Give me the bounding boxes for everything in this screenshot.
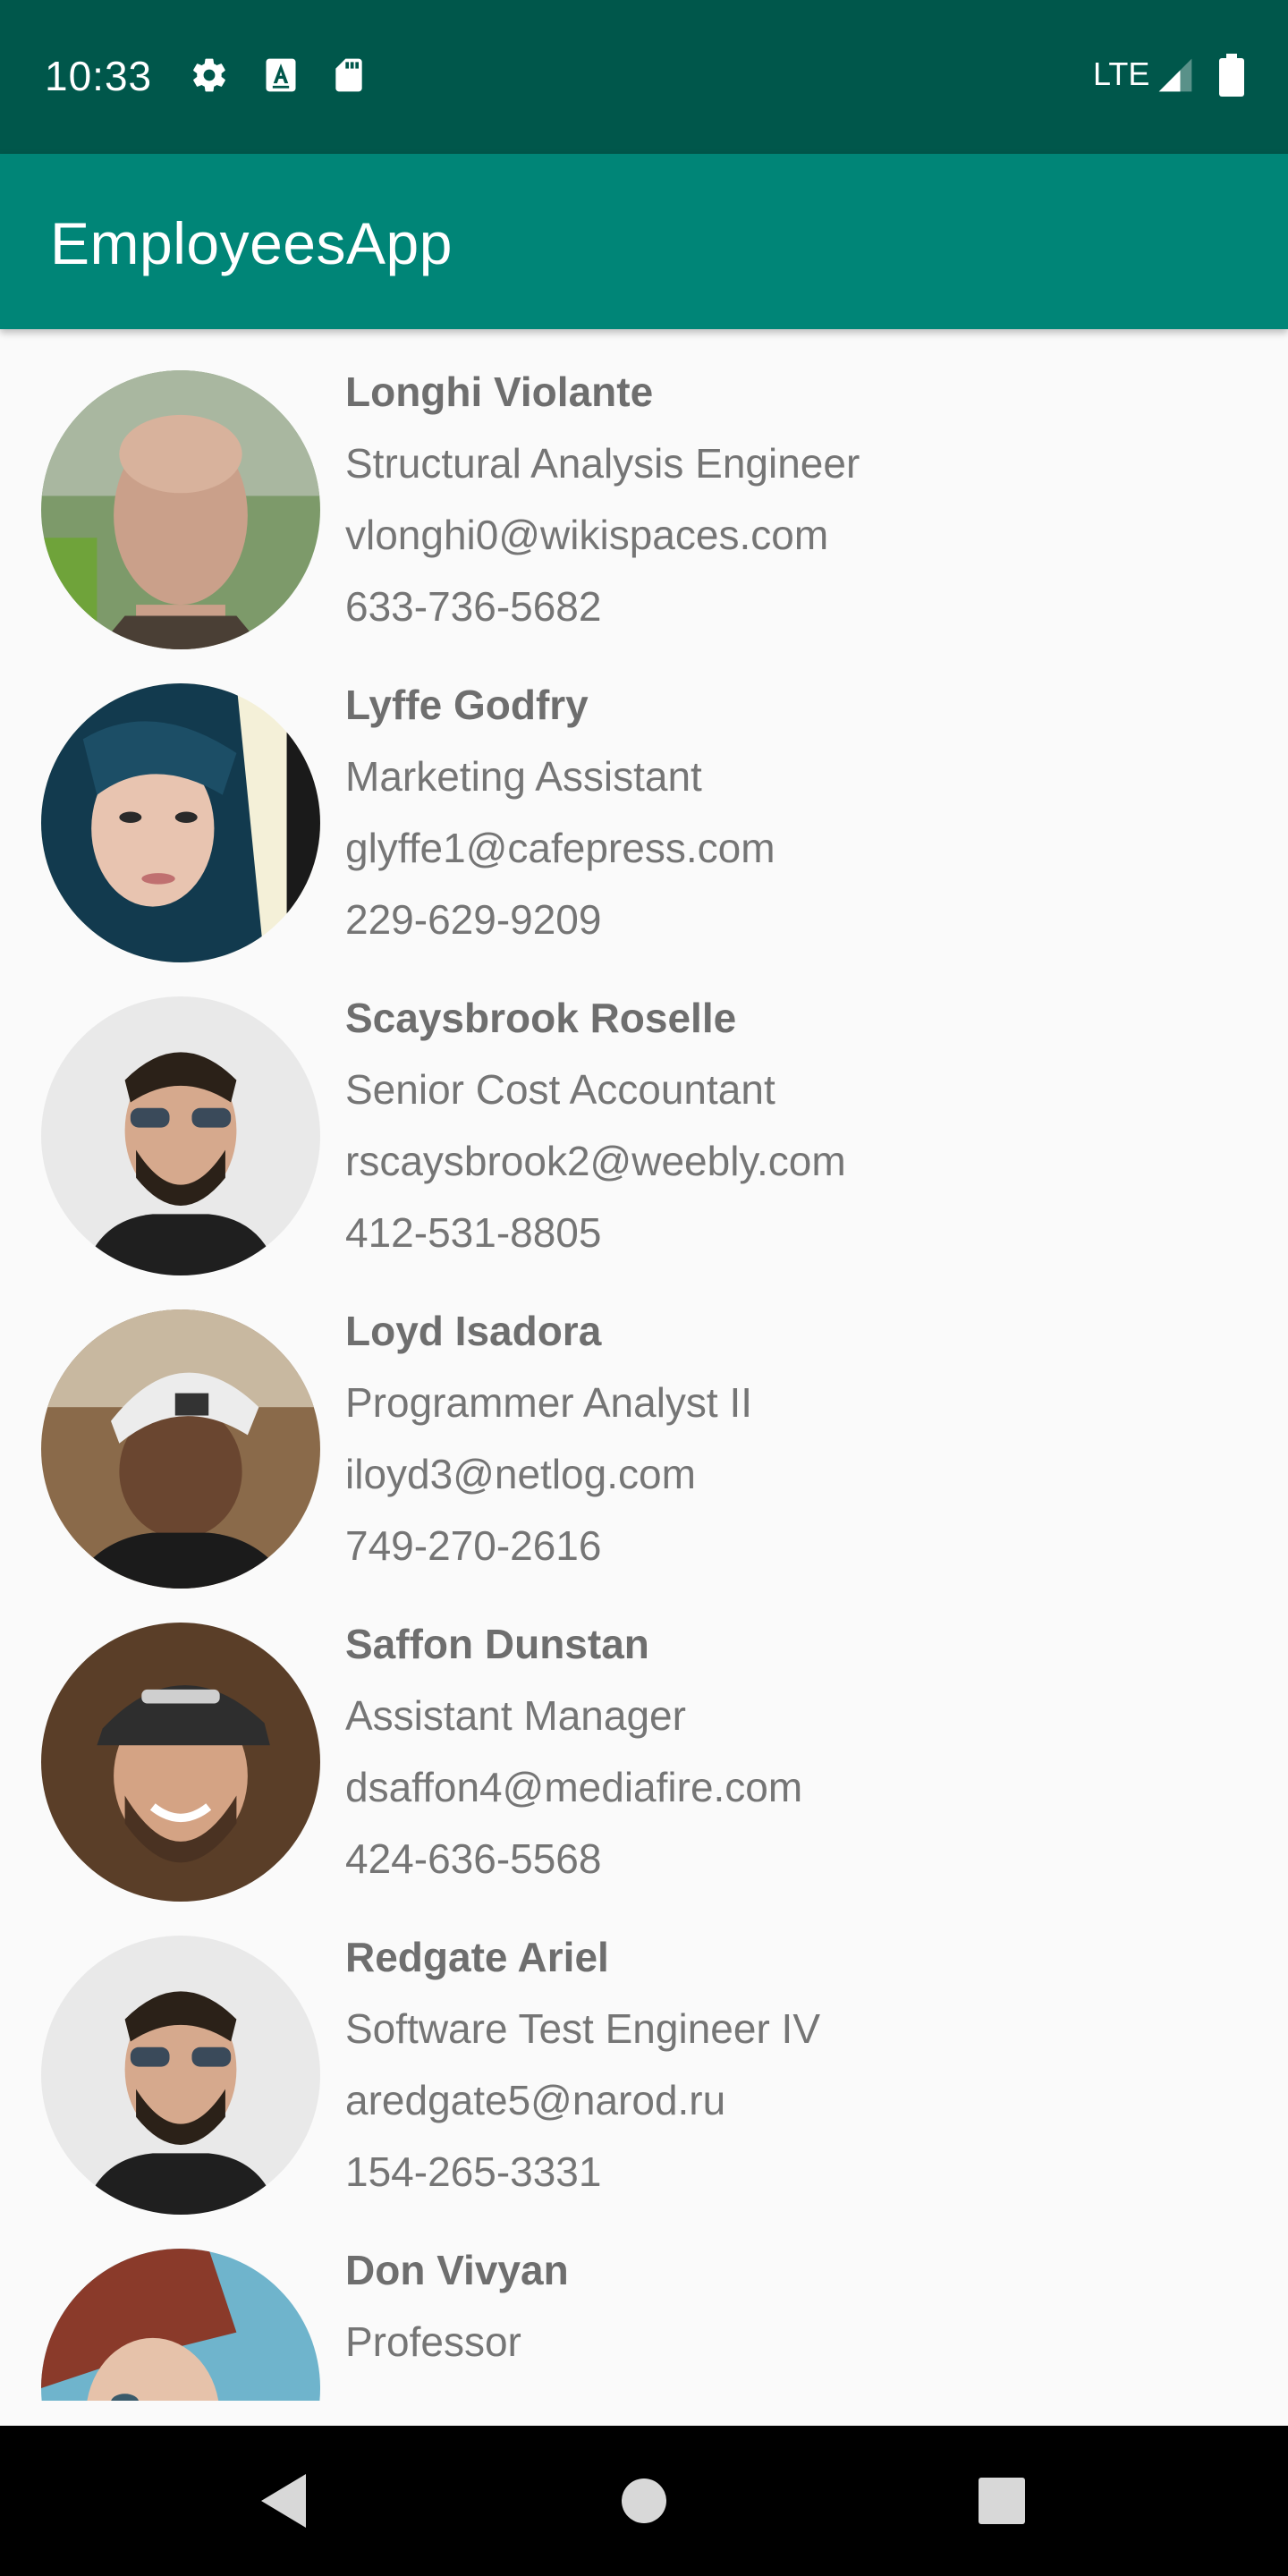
employee-list[interactable]: Longhi Violante Structural Analysis Engi…: [0, 329, 1288, 2401]
employee-title: Assistant Manager: [345, 1692, 686, 1739]
employee-row[interactable]: Redgate Ariel Software Test Engineer IV …: [0, 1894, 1288, 2215]
recent-apps-icon[interactable]: [939, 2426, 1064, 2576]
settings-icon: [193, 58, 225, 92]
employee-row[interactable]: Lyffe Godfry Marketing Assistant glyffe1…: [0, 642, 1288, 962]
employee-name: Longhi Violante: [345, 369, 654, 415]
employee-title: Professor: [345, 2318, 521, 2365]
employee-avatar: [41, 1623, 320, 1902]
employee-row[interactable]: Don Vivyan Professor: [0, 2207, 1288, 2401]
home-icon[interactable]: [581, 2426, 707, 2576]
employee-email: aredgate5@narod.ru: [345, 2077, 726, 2123]
font-a-icon: [266, 58, 296, 92]
employee-avatar: [41, 996, 320, 1275]
app-title: EmployeesApp: [50, 210, 453, 276]
navigation-bar: [0, 2426, 1288, 2576]
signal-icon: [1158, 58, 1192, 92]
employee-title: Marketing Assistant: [345, 753, 702, 800]
employee-avatar: [41, 370, 320, 649]
employee-title: Structural Analysis Engineer: [345, 440, 860, 487]
back-icon[interactable]: [224, 2426, 349, 2576]
status-bar: 10:33 LTE: [0, 0, 1288, 154]
employee-email: [345, 2390, 569, 2401]
employee-row[interactable]: Scaysbrook Roselle Senior Cost Accountan…: [0, 955, 1288, 1275]
employee-title: Software Test Engineer IV: [345, 2005, 820, 2052]
employee-avatar: [41, 1309, 320, 1589]
employee-name: Lyffe Godfry: [345, 682, 589, 728]
sd-card-icon: [335, 58, 362, 92]
employee-name: Redgate Ariel: [345, 1934, 609, 1980]
employee-name: Don Vivyan: [345, 2247, 569, 2293]
employee-row[interactable]: Loyd Isadora Programmer Analyst II iloyd…: [0, 1268, 1288, 1589]
employee-email: iloyd3@netlog.com: [345, 1451, 696, 1497]
network-type: LTE: [1093, 55, 1150, 92]
employee-avatar: [41, 1936, 320, 2215]
employee-row[interactable]: Longhi Violante Structural Analysis Engi…: [0, 329, 1288, 649]
employee-title: Senior Cost Accountant: [345, 1066, 775, 1113]
employee-avatar: [41, 2249, 320, 2401]
employee-name: Scaysbrook Roselle: [345, 995, 737, 1041]
employee-name: Loyd Isadora: [345, 1308, 602, 1354]
battery-icon: [1219, 54, 1244, 97]
employee-title: Programmer Analyst II: [345, 1379, 753, 1426]
employee-avatar: [41, 683, 320, 962]
employee-email: vlonghi0@wikispaces.com: [345, 512, 829, 558]
employee-email: dsaffon4@mediafire.com: [345, 1764, 803, 1810]
employee-name: Saffon Dunstan: [345, 1621, 649, 1667]
status-time: 10:33: [45, 53, 153, 99]
employee-email: rscaysbrook2@weebly.com: [345, 1138, 846, 1184]
employee-email: glyffe1@cafepress.com: [345, 825, 775, 871]
employee-row[interactable]: Saffon Dunstan Assistant Manager dsaffon…: [0, 1581, 1288, 1902]
app-bar: EmployeesApp: [0, 154, 1288, 329]
